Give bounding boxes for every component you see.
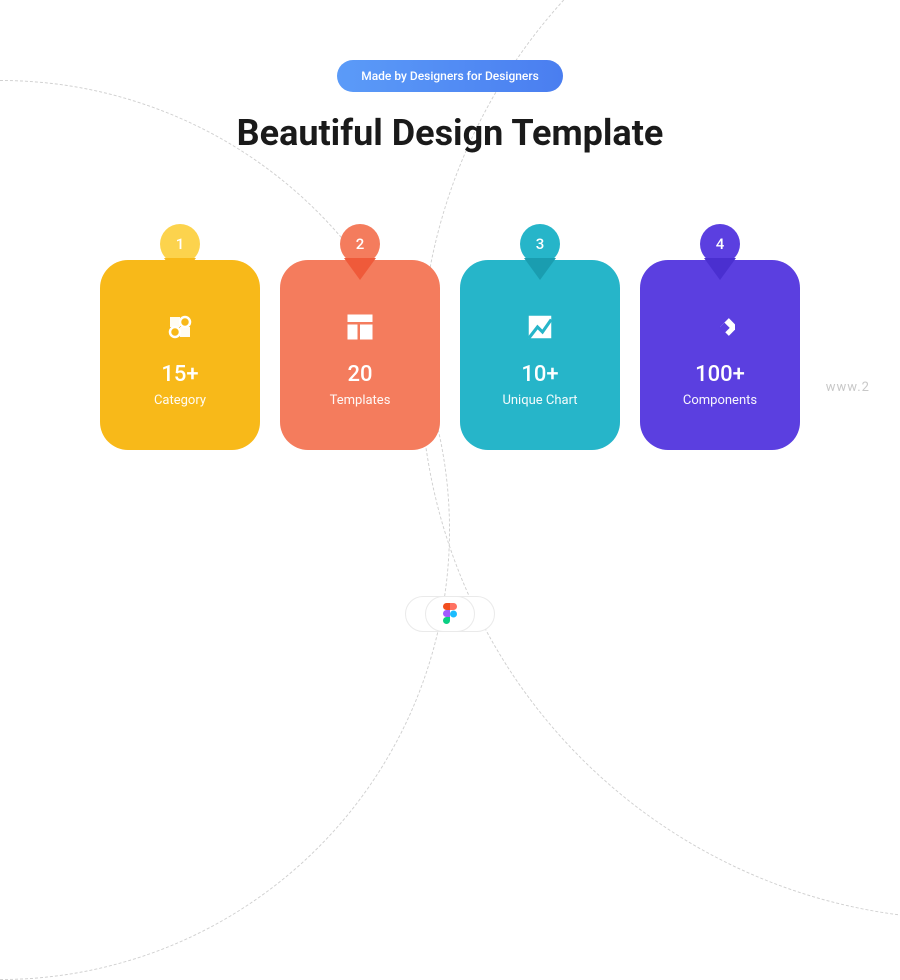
pin-marker: 4 — [700, 224, 740, 280]
figma-icon — [443, 603, 457, 625]
page-title: Beautiful Design Template — [237, 112, 664, 154]
feature-card-category: 1 15+ Category — [100, 224, 260, 450]
shapes-icon — [165, 312, 195, 342]
card-label: Unique Chart — [502, 393, 577, 408]
card-value: 10+ — [521, 362, 558, 387]
card-label: Components — [683, 393, 757, 408]
card-body: 100+ Components — [640, 260, 800, 450]
component-icon — [705, 312, 735, 342]
watermark-text: www.2 — [826, 380, 870, 395]
tagline-badge: Made by Designers for Designers — [337, 60, 563, 92]
card-value: 100+ — [695, 362, 745, 387]
pin-marker: 3 — [520, 224, 560, 280]
card-body: 15+ Category — [100, 260, 260, 450]
chart-icon — [525, 312, 555, 342]
feature-card-components: 4 100+ Components — [640, 224, 800, 450]
feature-card-chart: 3 10+ Unique Chart — [460, 224, 620, 450]
card-label: Category — [154, 393, 206, 408]
card-value: 20 — [347, 362, 372, 387]
card-value: 15+ — [161, 362, 198, 387]
pin-marker: 1 — [160, 224, 200, 280]
feature-cards-row: 1 15+ Category 2 20 Templa — [100, 224, 800, 450]
card-body: 10+ Unique Chart — [460, 260, 620, 450]
card-body: 20 Templates — [280, 260, 440, 450]
pin-marker: 2 — [340, 224, 380, 280]
layout-icon — [345, 312, 375, 342]
feature-card-templates: 2 20 Templates — [280, 224, 440, 450]
figma-logo-badge — [443, 603, 457, 625]
card-label: Templates — [330, 393, 391, 408]
